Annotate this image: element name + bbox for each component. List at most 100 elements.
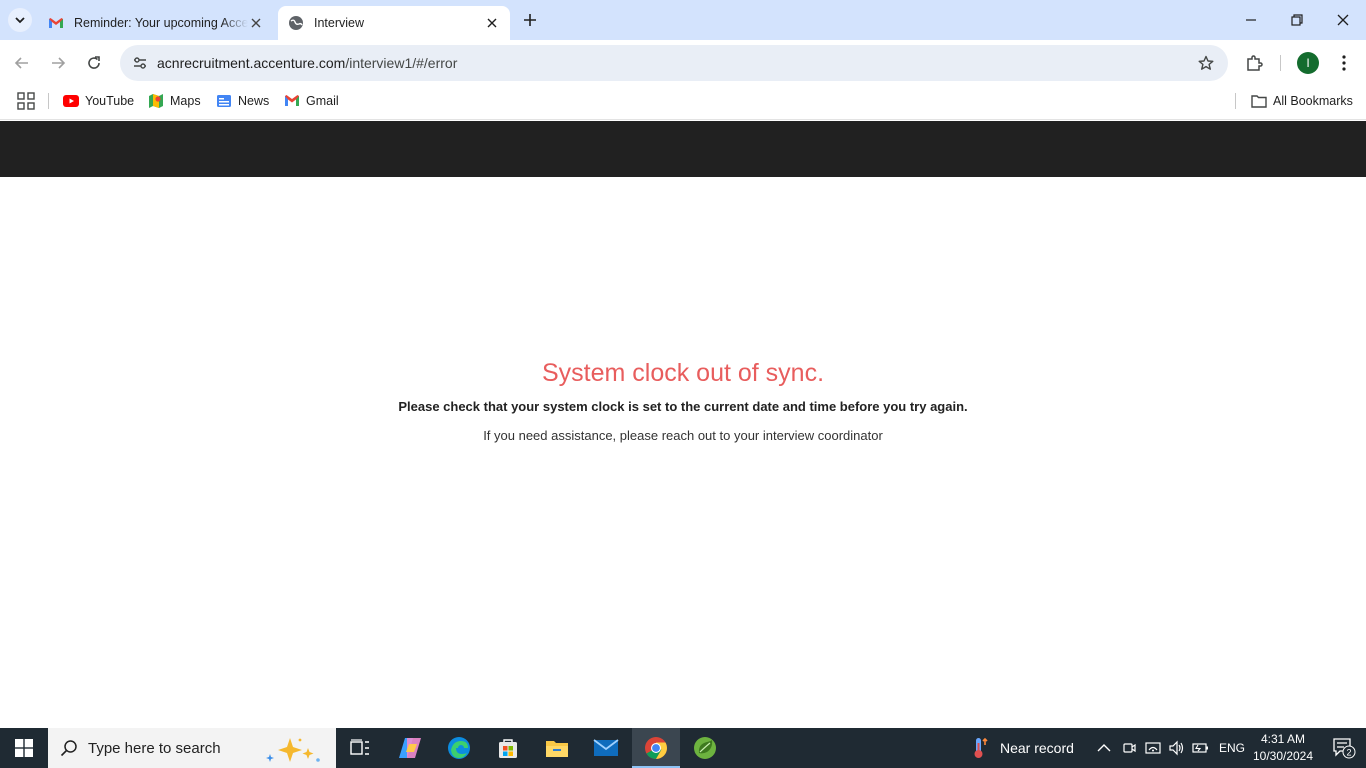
file-explorer-icon	[546, 741, 568, 757]
restore-icon	[1291, 14, 1303, 26]
spring-icon	[694, 737, 716, 759]
taskbar-clock[interactable]: 4:31 AM 10/30/2024	[1248, 731, 1318, 765]
url-text[interactable]: acnrecruitment.accenture.com/interview1/…	[157, 55, 457, 71]
browser-menu-button[interactable]	[1332, 49, 1356, 77]
thermometer-icon	[974, 737, 988, 758]
back-button[interactable]	[6, 47, 38, 79]
close-icon	[1337, 14, 1349, 26]
close-icon	[251, 18, 261, 28]
address-bar[interactable]: acnrecruitment.accenture.com/interview1/…	[120, 45, 1228, 81]
folder-icon	[1251, 93, 1267, 109]
tab-title: Reminder: Your upcoming Accenture	[74, 16, 248, 30]
error-message: Please check that your system clock is s…	[398, 399, 968, 414]
apps-grid-icon	[17, 92, 35, 110]
meet-now-button[interactable]	[1121, 728, 1137, 768]
url-host: acnrecruitment.accenture.com	[157, 55, 346, 71]
apps-button[interactable]	[17, 92, 35, 110]
bookmarks-divider	[1235, 93, 1236, 109]
restore-button[interactable]	[1274, 0, 1320, 40]
reload-icon	[88, 56, 100, 69]
tab-strip: Reminder: Your upcoming Accenture Interv…	[0, 0, 1366, 40]
bookmark-youtube[interactable]: YouTube	[63, 91, 134, 111]
weather-text: Near record	[1000, 740, 1074, 756]
bookmark-label: Maps	[170, 94, 201, 108]
speaker-icon	[1169, 740, 1184, 756]
puzzle-icon	[1247, 55, 1263, 71]
bookmark-label: Gmail	[306, 94, 339, 108]
tab-search-button[interactable]	[8, 8, 32, 32]
url-path: /interview1/#/error	[345, 55, 458, 71]
bookmark-label: YouTube	[85, 94, 135, 108]
gmail-icon	[49, 18, 63, 28]
copilot-button[interactable]	[386, 728, 434, 768]
profile-avatar[interactable]: I	[1297, 52, 1319, 74]
show-hidden-icons-button[interactable]	[1097, 728, 1111, 768]
bookmark-gmail[interactable]: Gmail	[284, 91, 339, 111]
globe-icon	[289, 16, 303, 30]
site-info-button[interactable]	[126, 49, 154, 77]
gmail-icon	[284, 93, 300, 109]
file-explorer-button[interactable]	[533, 728, 581, 768]
help-text: If you need assistance, please reach out…	[483, 428, 883, 443]
windows-icon	[15, 739, 33, 757]
tab-interview[interactable]: Interview	[278, 6, 510, 40]
bookmark-news[interactable]: News	[216, 91, 269, 111]
edge-icon	[448, 737, 470, 759]
maps-icon	[148, 93, 164, 109]
bookmark-star-button[interactable]	[1196, 53, 1216, 73]
battery-button[interactable]	[1192, 728, 1210, 768]
copilot-icon	[399, 738, 421, 758]
task-view-icon	[350, 739, 369, 755]
spring-tools-button[interactable]	[681, 728, 729, 768]
tab-close-button[interactable]	[484, 15, 500, 31]
volume-button[interactable]	[1168, 728, 1186, 768]
chrome-icon	[645, 737, 667, 759]
reload-button[interactable]	[78, 47, 110, 79]
minimize-button[interactable]	[1228, 0, 1274, 40]
camera-icon	[1123, 743, 1136, 753]
news-icon	[216, 93, 232, 109]
plus-icon	[524, 14, 536, 26]
bookmark-maps[interactable]: Maps	[148, 91, 201, 111]
all-bookmarks-button[interactable]: All Bookmarks	[1251, 91, 1353, 111]
forward-button[interactable]	[42, 47, 74, 79]
task-view-button[interactable]	[336, 728, 384, 768]
battery-icon	[1192, 743, 1208, 753]
notification-icon: 2	[1333, 738, 1356, 759]
browser-toolbar: acnrecruitment.accenture.com/interview1/…	[0, 40, 1366, 86]
mail-icon	[593, 739, 619, 756]
edge-button[interactable]	[435, 728, 483, 768]
bookmarks-divider	[48, 93, 49, 109]
star-icon	[1198, 55, 1214, 70]
notification-count: 2	[1346, 748, 1351, 758]
bookmarks-bar: YouTube Maps News Gmail All Bookmarks	[0, 86, 1366, 120]
chevron-up-icon	[1097, 744, 1111, 752]
notifications-button[interactable]: 2	[1322, 728, 1366, 768]
tab-close-button[interactable]	[248, 15, 264, 31]
language-indicator[interactable]: ENG	[1219, 728, 1245, 768]
sparkle-icon	[266, 738, 320, 762]
clock-time: 4:31 AM	[1260, 732, 1306, 746]
more-vertical-icon	[1342, 55, 1346, 71]
new-tab-button[interactable]	[518, 8, 542, 32]
tab-gmail-reminder[interactable]: Reminder: Your upcoming Accenture	[38, 6, 274, 40]
start-button[interactable]	[0, 728, 48, 768]
search-placeholder: Type here to search	[88, 740, 221, 757]
site-header-bar	[0, 121, 1366, 177]
mail-button[interactable]	[582, 728, 630, 768]
taskbar: Type here to search Near record ENG 4:31…	[0, 728, 1366, 768]
chrome-button[interactable]	[632, 728, 680, 768]
taskbar-search-box[interactable]: Type here to search	[48, 728, 336, 768]
close-icon	[487, 18, 497, 28]
minimize-icon	[1246, 19, 1256, 21]
store-button[interactable]	[484, 728, 532, 768]
network-button[interactable]	[1145, 728, 1161, 768]
close-window-button[interactable]	[1320, 0, 1366, 40]
search-icon	[60, 740, 77, 757]
weather-widget[interactable]: Near record	[970, 728, 1074, 768]
arrow-right-icon	[52, 57, 66, 69]
extensions-button[interactable]	[1240, 49, 1268, 77]
error-title: System clock out of sync.	[541, 359, 825, 387]
youtube-icon	[63, 93, 79, 109]
error-page: System clock out of sync. Please check t…	[0, 177, 1366, 728]
